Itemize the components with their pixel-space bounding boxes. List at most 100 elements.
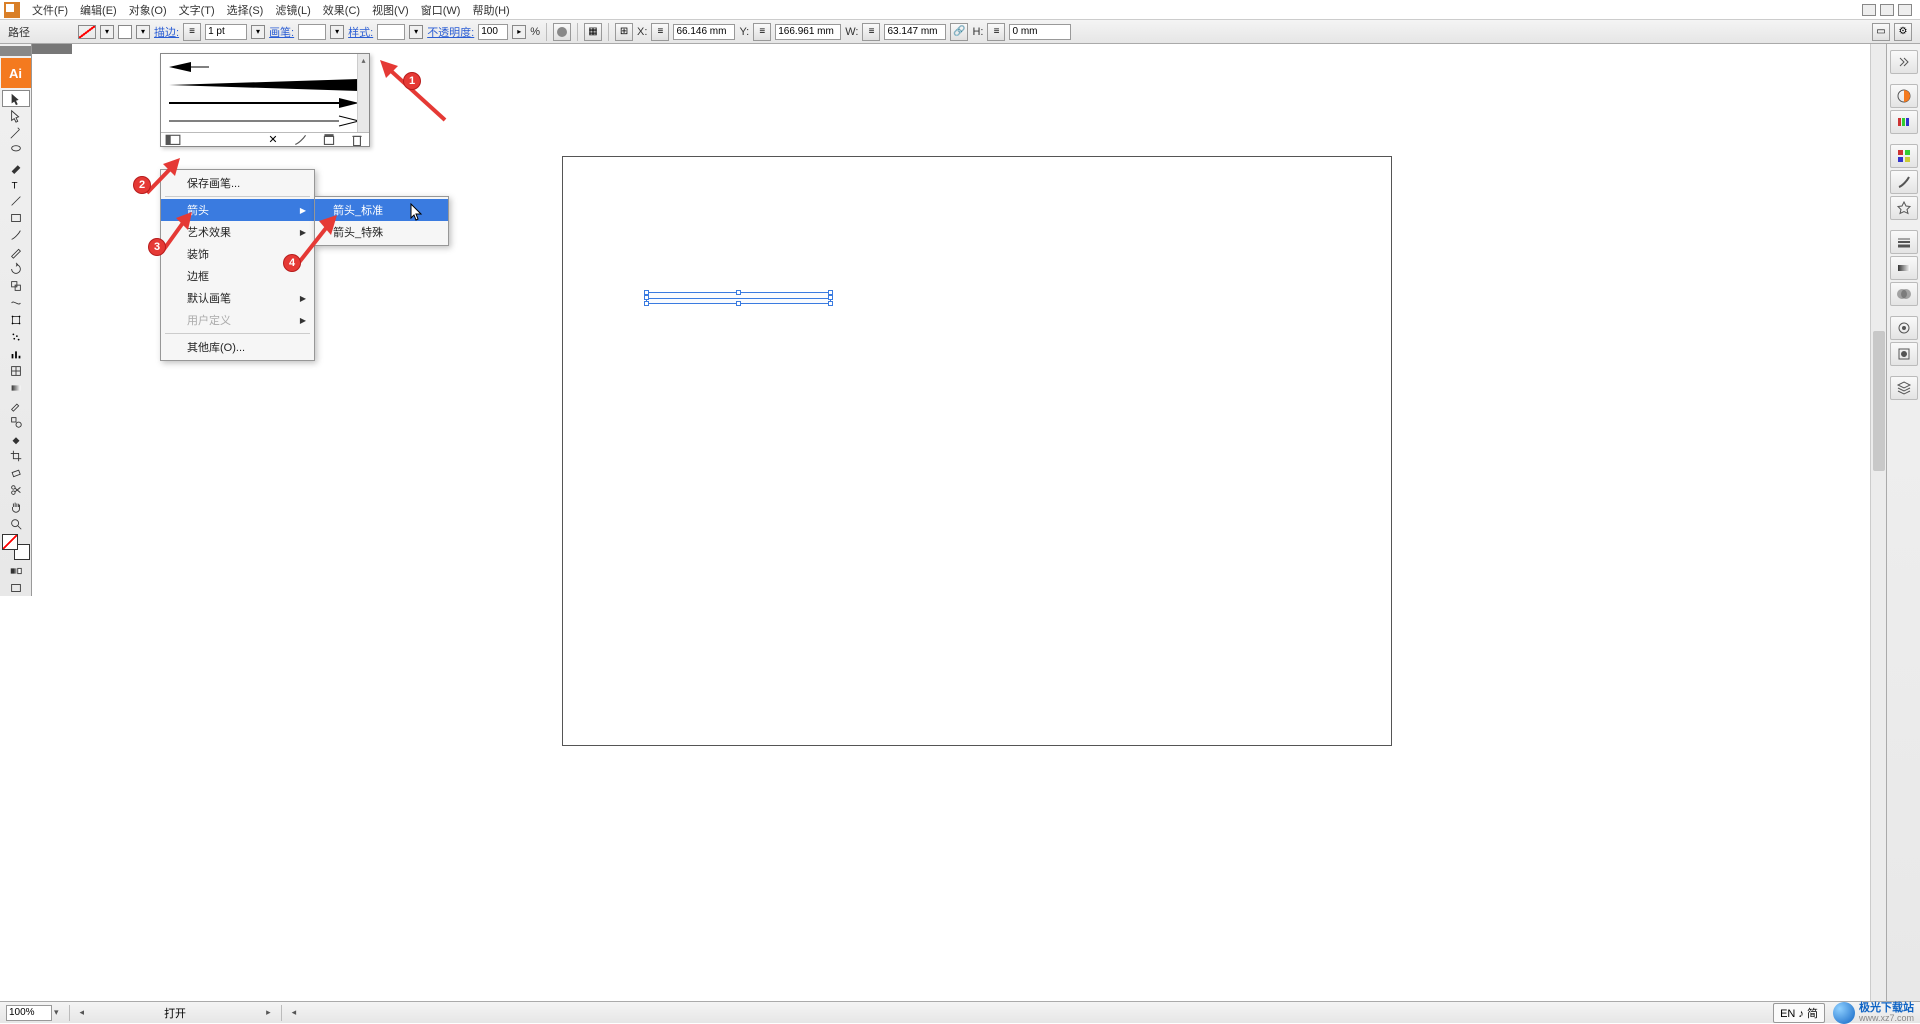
selection-tool[interactable] — [2, 90, 30, 107]
w-input[interactable] — [884, 24, 946, 40]
style-input[interactable] — [377, 24, 405, 40]
menu-effect[interactable]: 效果(C) — [317, 0, 366, 20]
nav-prev-icon[interactable]: ◂ — [80, 1007, 85, 1018]
appearance-panel-icon[interactable] — [1890, 316, 1918, 340]
brushes-panel-icon[interactable] — [1890, 170, 1918, 194]
minimize-button[interactable] — [1862, 4, 1876, 16]
scissors-tool[interactable] — [2, 481, 30, 498]
warp-tool[interactable] — [2, 294, 30, 311]
remove-stroke-icon[interactable]: ✕ — [265, 134, 281, 146]
menu-help[interactable]: 帮助(H) — [466, 0, 515, 20]
h-input[interactable] — [1009, 24, 1071, 40]
x-stepper[interactable]: ≡ — [651, 23, 669, 41]
brush-options-icon[interactable] — [293, 134, 309, 146]
nav-next-icon[interactable]: ◂ — [292, 1007, 297, 1018]
align-button[interactable]: ▦ — [584, 23, 602, 41]
link-wh-icon[interactable]: 🔗 — [950, 23, 968, 41]
paintbrush-tool[interactable] — [2, 226, 30, 243]
brush-label[interactable]: 画笔: — [269, 24, 294, 40]
free-transform-tool[interactable] — [2, 311, 30, 328]
doc-setup-icon[interactable]: ▭ — [1872, 23, 1890, 41]
toolbox-grip[interactable] — [0, 46, 31, 56]
menu-default-brushes[interactable]: 默认画笔 — [161, 287, 314, 309]
stroke-swatch-box[interactable] — [118, 25, 132, 39]
vertical-scrollbar[interactable] — [1870, 44, 1886, 1001]
fill-stroke-swatch[interactable] — [2, 534, 30, 560]
eyedropper-tool[interactable] — [2, 396, 30, 413]
menu-edit[interactable]: 编辑(E) — [74, 0, 123, 20]
color-guide-panel-icon[interactable] — [1890, 110, 1918, 134]
opacity-input[interactable] — [478, 24, 508, 40]
zoom-dd-icon[interactable]: ▾ — [54, 1007, 59, 1018]
brush-preview-2[interactable] — [165, 76, 365, 94]
new-brush-icon[interactable] — [321, 134, 337, 146]
eraser-tool[interactable] — [2, 464, 30, 481]
transparency-panel-icon[interactable] — [1890, 282, 1918, 306]
w-stepper[interactable]: ≡ — [862, 23, 880, 41]
lasso-tool[interactable] — [2, 141, 30, 158]
hand-tool[interactable] — [2, 498, 30, 515]
brush-library-menu-icon[interactable] — [165, 134, 181, 146]
menu-view[interactable]: 视图(V) — [366, 0, 415, 20]
gradient-panel-icon[interactable] — [1890, 256, 1918, 280]
rectangle-tool[interactable] — [2, 209, 30, 226]
screen-mode[interactable] — [2, 579, 30, 596]
y-input[interactable] — [775, 24, 841, 40]
menu-type[interactable]: 文字(T) — [173, 0, 221, 20]
graph-tool[interactable] — [2, 345, 30, 362]
restore-button[interactable] — [1880, 4, 1894, 16]
status-menu-icon[interactable]: ▸ — [266, 1007, 271, 1018]
scale-tool[interactable] — [2, 277, 30, 294]
graphic-styles-panel-icon[interactable] — [1890, 342, 1918, 366]
menu-other-lib[interactable]: 其他库(O)... — [161, 336, 314, 358]
opacity-dd[interactable]: ▸ — [512, 25, 526, 39]
gradient-tool[interactable] — [2, 379, 30, 396]
opacity-label[interactable]: 不透明度: — [427, 24, 474, 40]
stroke-panel-icon[interactable] — [1890, 230, 1918, 254]
doc-tab-grip[interactable] — [32, 44, 72, 54]
symbol-sprayer-tool[interactable] — [2, 328, 30, 345]
x-input[interactable] — [673, 24, 735, 40]
h-stepper[interactable]: ≡ — [987, 23, 1005, 41]
menu-object[interactable]: 对象(O) — [123, 0, 173, 20]
fill-dropdown[interactable]: ▾ — [100, 25, 114, 39]
brush-list[interactable] — [161, 54, 369, 132]
stroke-input[interactable] — [205, 24, 247, 40]
menu-window[interactable]: 窗口(W) — [415, 0, 467, 20]
mesh-tool[interactable] — [2, 362, 30, 379]
symbols-panel-icon[interactable] — [1890, 196, 1918, 220]
color-panel-icon[interactable] — [1890, 84, 1918, 108]
ime-indicator[interactable]: EN ♪ 简 — [1773, 1003, 1825, 1023]
stroke-label[interactable]: 描边: — [154, 24, 179, 40]
delete-brush-icon[interactable] — [349, 134, 365, 146]
rotate-tool[interactable] — [2, 260, 30, 277]
layers-panel-icon[interactable] — [1890, 376, 1918, 400]
artboard[interactable] — [562, 156, 1392, 746]
brush-input[interactable] — [298, 24, 326, 40]
pencil-tool[interactable] — [2, 243, 30, 260]
prefs-icon[interactable]: ⚙ — [1894, 23, 1912, 41]
y-stepper[interactable]: ≡ — [753, 23, 771, 41]
live-paint-tool[interactable] — [2, 430, 30, 447]
stroke-dropdown[interactable]: ▾ — [136, 25, 150, 39]
transform-anchor[interactable]: ⊞ — [615, 23, 633, 41]
line-tool[interactable] — [2, 192, 30, 209]
direct-select-tool[interactable] — [2, 107, 30, 124]
zoom-tool[interactable] — [2, 515, 30, 532]
style-label[interactable]: 样式: — [348, 24, 373, 40]
recolor-button[interactable] — [553, 23, 571, 41]
menu-file[interactable]: 文件(F) — [26, 0, 74, 20]
brush-preview-1[interactable] — [165, 58, 365, 76]
toggle-panels-icon[interactable] — [1890, 50, 1918, 74]
brush-scrollbar[interactable]: ▴ — [357, 54, 369, 132]
type-tool[interactable]: T — [2, 175, 30, 192]
blend-tool[interactable] — [2, 413, 30, 430]
brush-preview-3[interactable] — [165, 94, 365, 112]
magic-wand-tool[interactable] — [2, 124, 30, 141]
crop-tool[interactable] — [2, 447, 30, 464]
fill-swatch[interactable] — [78, 25, 96, 39]
menu-select[interactable]: 选择(S) — [221, 0, 270, 20]
close-button[interactable] — [1898, 4, 1912, 16]
brush-dropdown[interactable]: ▾ — [330, 25, 344, 39]
style-dropdown[interactable]: ▾ — [409, 25, 423, 39]
